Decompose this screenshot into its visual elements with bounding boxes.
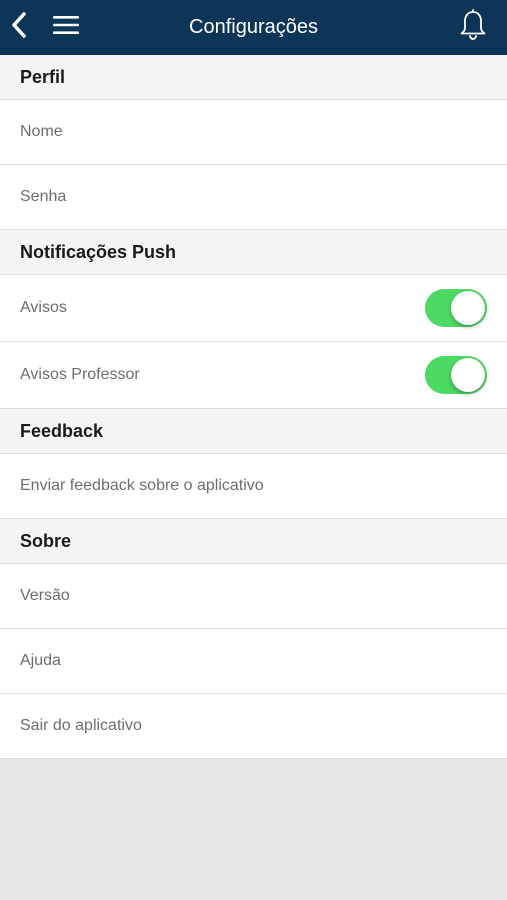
avisos-toggle[interactable] [425, 289, 487, 327]
settings-item-label: Enviar feedback sobre o aplicativo [20, 477, 264, 494]
settings-item-senha[interactable]: Senha [0, 165, 507, 230]
chevron-left-icon [10, 11, 28, 44]
navigation-bar: Configurações [0, 0, 507, 55]
settings-item-label: Versão [20, 587, 70, 604]
notifications-button[interactable] [455, 0, 491, 55]
settings-item-versao[interactable]: Versão [0, 564, 507, 629]
settings-item-avisos: Avisos [0, 275, 507, 342]
settings-item-label: Senha [20, 188, 67, 205]
settings-item-enviar-feedback[interactable]: Enviar feedback sobre o aplicativo [0, 454, 507, 519]
section-header-feedback: Feedback [0, 409, 507, 454]
hamburger-menu-icon [52, 14, 80, 41]
settings-item-avisos-professor: Avisos Professor [0, 342, 507, 409]
section-header-sobre: Sobre [0, 519, 507, 564]
settings-item-label: Ajuda [20, 652, 61, 669]
back-button[interactable] [4, 0, 34, 55]
settings-item-sair[interactable]: Sair do aplicativo [0, 694, 507, 759]
settings-item-label: Avisos [20, 299, 67, 316]
bell-icon [458, 9, 488, 46]
settings-item-label: Avisos Professor [20, 366, 140, 383]
menu-button[interactable] [48, 0, 84, 55]
toggle-knob [451, 291, 485, 325]
section-header-notificacoes: Notificações Push [0, 230, 507, 275]
section-header-perfil: Perfil [0, 55, 507, 100]
settings-item-label: Sair do aplicativo [20, 717, 142, 734]
settings-list: Perfil Nome Senha Notificações Push Avis… [0, 55, 507, 759]
avisos-professor-toggle[interactable] [425, 356, 487, 394]
settings-item-nome[interactable]: Nome [0, 100, 507, 165]
settings-item-ajuda[interactable]: Ajuda [0, 629, 507, 694]
toggle-knob [451, 358, 485, 392]
settings-item-label: Nome [20, 123, 63, 140]
